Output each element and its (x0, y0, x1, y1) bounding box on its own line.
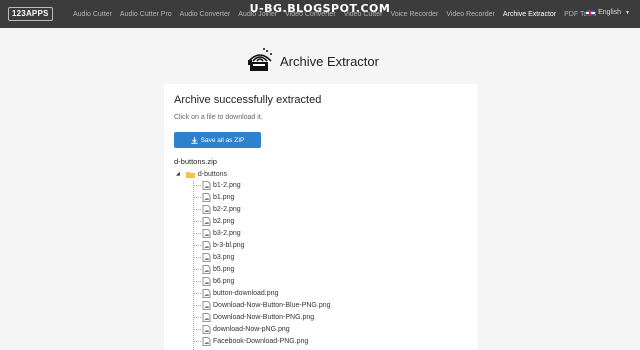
image-file-icon (202, 192, 211, 202)
file-name: b6.png (213, 277, 235, 285)
file-name: b3-2.png (213, 229, 241, 237)
download-icon (191, 136, 198, 144)
tree-branch-line (194, 256, 201, 258)
file-item[interactable]: b3-2.png (194, 227, 331, 239)
nav-item-audio-converter[interactable]: Audio Converter (180, 11, 231, 18)
app-header: Archive Extractor (245, 44, 379, 78)
collapse-triangle-icon[interactable]: ◢ (176, 171, 180, 177)
file-name: b5.png (213, 265, 235, 273)
file-name: b3.png (213, 253, 235, 261)
folder-icon (185, 171, 195, 178)
image-file-icon (202, 204, 211, 214)
file-item[interactable]: b6.png (194, 275, 331, 287)
top-navbar: 123APPS Audio Cutter Audio Cutter Pro Au… (0, 0, 640, 28)
file-name: b2.png (213, 217, 235, 225)
image-file-icon (202, 312, 211, 322)
panel-title: Archive successfully extracted (174, 94, 322, 106)
tree-branch-line (194, 232, 201, 234)
language-selector[interactable]: English ▼ (586, 9, 630, 16)
file-item[interactable]: b2.png (194, 215, 331, 227)
file-name: Facebook-Download-PNG.png (213, 337, 309, 345)
image-file-icon (202, 240, 211, 250)
image-file-icon (202, 300, 211, 310)
image-file-icon (202, 228, 211, 238)
nav-item-archive-extractor[interactable]: Archive Extractor (503, 11, 556, 18)
tree-branch-line (194, 280, 201, 282)
file-name: Download-Now-Button-PNG.png (213, 313, 315, 321)
image-file-icon (202, 276, 211, 286)
tree-branch-line (194, 316, 201, 318)
image-file-icon (202, 216, 211, 226)
tree-branch-line (194, 208, 201, 210)
image-file-icon (202, 264, 211, 274)
file-item[interactable]: Download-Now-Button-Blue-PNG.png (194, 299, 331, 311)
archive-extractor-logo-icon (248, 48, 272, 71)
tree-branch-line (194, 184, 201, 186)
app-title: Archive Extractor (280, 53, 379, 69)
nav-item-video-cutter[interactable]: Video Cutter (344, 11, 383, 18)
file-item[interactable]: b5.png (194, 263, 331, 275)
save-all-zip-label: Save all as ZIP (200, 136, 245, 144)
language-label: English (598, 9, 622, 16)
file-name: b1.png (213, 193, 235, 201)
folder-label: d-buttons (197, 170, 228, 178)
image-file-icon (202, 336, 211, 346)
file-name: Download-Now-Button-Blue-PNG.png (213, 301, 331, 309)
image-file-icon (202, 324, 211, 334)
result-panel: Archive successfully extracted Click on … (164, 84, 478, 350)
nav-item-video-converter[interactable]: Video Converter (285, 11, 335, 18)
image-file-icon (202, 288, 211, 298)
file-item[interactable]: b-3-bl.png (194, 239, 331, 251)
file-item[interactable]: b2-2.png (194, 203, 331, 215)
tree-branch-line (194, 220, 201, 222)
nav-item-audio-cutter[interactable]: Audio Cutter (73, 11, 112, 18)
file-item[interactable]: button-download.png (194, 287, 331, 299)
file-item[interactable]: b3.png (194, 251, 331, 263)
file-item[interactable]: download-Now-pNG.png (194, 323, 331, 335)
panel-subtitle: Click on a file to download it. (174, 114, 263, 121)
tree-branch-line (194, 292, 201, 294)
image-file-icon (202, 252, 211, 262)
archive-name: d-buttons.zip (174, 157, 217, 166)
file-name: button-download.png (213, 289, 279, 297)
nav-item-audio-cutter-pro[interactable]: Audio Cutter Pro (120, 11, 172, 18)
nav-item-voice-recorder[interactable]: Voice Recorder (390, 11, 438, 18)
folder-row[interactable]: ◢ d-buttons (176, 169, 227, 179)
save-all-zip-button[interactable]: Save all as ZIP (174, 132, 261, 148)
file-list: b1-2.png b1.png b2-2.png b2.png b3-2.png b-3-… (194, 179, 331, 347)
file-name: download-Now-pNG.png (213, 325, 290, 333)
nav-menu: Audio Cutter Audio Cutter Pro Audio Conv… (73, 0, 604, 28)
nav-item-video-recorder[interactable]: Video Recorder (446, 11, 495, 18)
file-name: b2-2.png (213, 205, 241, 213)
file-item[interactable]: Facebook-Download-PNG.png (194, 335, 331, 347)
file-name: b1-2.png (213, 181, 241, 189)
file-item[interactable]: Download-Now-Button-PNG.png (194, 311, 331, 323)
chevron-down-icon: ▼ (625, 9, 630, 16)
tree-branch-line (194, 268, 201, 270)
nav-item-audio-joiner[interactable]: Audio Joiner (238, 11, 277, 18)
file-item[interactable]: b1.png (194, 191, 331, 203)
image-file-icon (202, 180, 211, 190)
file-item[interactable]: b1-2.png (194, 179, 331, 191)
file-name: b-3-bl.png (213, 241, 245, 249)
tree-branch-line (194, 304, 201, 306)
tree-branch-line (194, 196, 201, 198)
tree-branch-line (194, 244, 201, 246)
brand-logo[interactable]: 123APPS (8, 7, 53, 21)
uk-flag-icon (586, 9, 596, 16)
tree-branch-line (194, 328, 201, 330)
tree-branch-line (194, 340, 201, 342)
